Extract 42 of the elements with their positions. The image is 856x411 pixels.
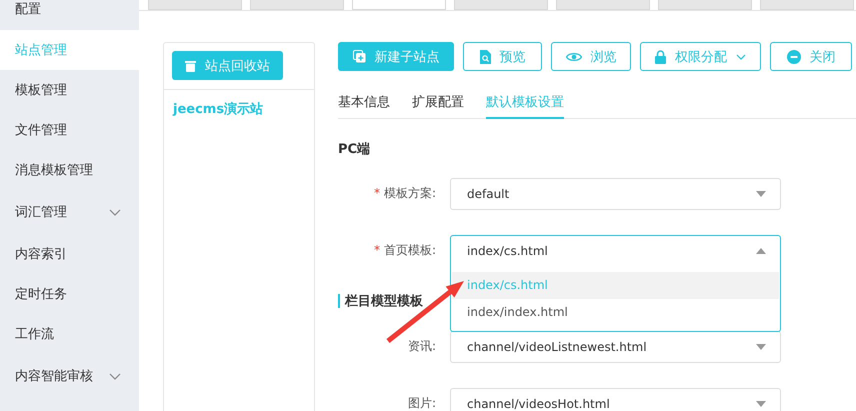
minus-circle-icon [786,50,800,64]
tab[interactable] [148,0,242,10]
required-mark: * [374,243,380,257]
lock-icon [655,50,666,64]
tab[interactable] [250,0,344,10]
tab[interactable] [658,0,752,10]
field-label: 模板方案: [384,186,436,200]
required-mark: * [374,186,380,200]
trash-icon [185,60,196,72]
sidebar-item[interactable]: 配置 [0,0,139,30]
add-icon [352,50,366,63]
section-title: 栏目模型模板 [345,293,423,310]
caret-down-icon [756,191,766,197]
sidebar-item[interactable]: 词汇管理 [0,190,139,234]
sidebar-item[interactable]: 定时任务 [0,274,139,314]
field-label: 首页模板: [384,243,436,257]
caret-down-icon [756,344,766,350]
section-title: PC端 [338,141,370,158]
sidebar-item[interactable]: 模板管理 [0,70,139,110]
sidebar-item[interactable]: 文件管理 [0,110,139,150]
eye-icon [566,52,582,62]
chevron-down-icon [736,54,746,60]
sidebar-item[interactable]: 工作流 [0,314,139,354]
tab[interactable]: 扩展配置 [412,89,464,119]
tab[interactable] [556,0,650,10]
tab[interactable] [454,0,548,10]
field-label: 资讯: [408,339,436,353]
sidebar-item[interactable]: 内容索引 [0,234,139,274]
select-field[interactable]: default [450,178,781,210]
document-search-icon [480,50,490,64]
tab[interactable]: 基本信息 [338,89,390,119]
tab[interactable] [352,0,446,10]
caret-down-icon [756,401,766,407]
select-field[interactable]: index/cs.html [450,235,781,267]
tab[interactable] [760,0,854,10]
caret-up-icon [756,248,766,254]
field-label: 图片: [408,396,436,410]
sidebar-item[interactable]: 内容智能审核 [0,354,139,398]
dropdown-option[interactable]: index/index.html [452,299,779,326]
select-field[interactable]: channel/videosHot.html [450,388,781,411]
sidebar-item[interactable]: 消息模板管理 [0,150,139,190]
select-field[interactable]: channel/videoListnewest.html [450,331,781,363]
